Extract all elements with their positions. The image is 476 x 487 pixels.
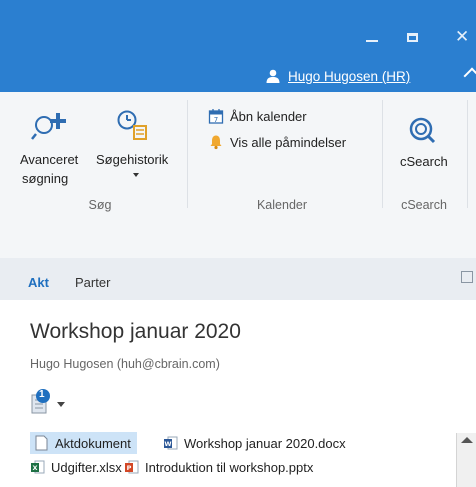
svg-text:X: X <box>32 464 37 472</box>
tab-parter[interactable]: Parter <box>75 275 110 290</box>
csearch-label: cSearch <box>400 154 448 169</box>
advanced-search-label-1: Avanceret <box>20 152 79 167</box>
window-titlebar: ✕ Hugo Hugosen (HR) <box>0 0 476 92</box>
document-icon <box>35 435 48 451</box>
popout-icon[interactable] <box>461 271 473 283</box>
svg-text:W: W <box>164 440 171 448</box>
group-separator <box>467 100 468 208</box>
user-name-link[interactable]: Hugo Hugosen (HR) <box>288 69 410 84</box>
file-name: Udgifter.xlsx <box>51 459 122 475</box>
csearch-icon <box>409 117 436 144</box>
bell-icon <box>210 135 222 150</box>
powerpoint-icon: P <box>125 460 139 474</box>
user-account[interactable]: Hugo Hugosen (HR) <box>266 67 410 85</box>
badge-count: 1 <box>39 389 45 400</box>
search-history-label: Søgehistorik <box>96 152 169 167</box>
svg-text:7: 7 <box>214 116 218 124</box>
file-name: Aktdokument <box>55 435 131 451</box>
maximize-button[interactable] <box>407 33 418 42</box>
excel-icon: X <box>31 460 45 474</box>
ribbon: Avanceret søgning Søgehistorik Søg 7 Åbn… <box>0 92 476 223</box>
calendar-icon: 7 <box>208 109 224 124</box>
file-name: Introduktion til workshop.pptx <box>145 459 314 475</box>
file-name: Workshop januar 2020.docx <box>184 435 346 451</box>
list-item[interactable]: X Udgifter.xlsx <box>30 456 122 478</box>
advanced-search-label-2: søgning <box>22 171 69 186</box>
svg-text:P: P <box>127 464 132 472</box>
toolbar-band <box>0 222 476 258</box>
minimize-button[interactable] <box>366 40 378 42</box>
document-title: Workshop januar 2020 <box>30 320 241 343</box>
advanced-search-icon <box>31 113 66 140</box>
group-label-search: Søg <box>88 198 112 212</box>
group-separator <box>187 100 188 208</box>
csearch-button[interactable]: cSearch <box>390 112 456 182</box>
word-icon: W <box>164 436 178 450</box>
tab-bar: Akt Parter <box>0 258 476 300</box>
list-item[interactable]: Aktdokument <box>30 432 137 454</box>
search-history-button[interactable]: Søgehistorik <box>96 110 172 190</box>
group-label-calendar: Kalender <box>256 198 308 212</box>
open-calendar-label: Åbn kalender <box>230 108 307 124</box>
show-reminders-label: Vis alle påmindelser <box>230 134 347 150</box>
document-owner: Hugo Hugosen (huh@cbrain.com) <box>30 357 220 371</box>
advanced-search-button[interactable]: Avanceret søgning <box>20 110 94 190</box>
search-history-icon <box>117 110 147 140</box>
user-icon <box>266 69 280 83</box>
collapse-ribbon-icon[interactable] <box>463 67 476 85</box>
group-separator <box>382 100 383 208</box>
chevron-down-icon <box>133 173 139 177</box>
document-list-icon <box>31 389 65 414</box>
show-reminders-button[interactable]: Vis alle påmindelser <box>208 134 346 150</box>
list-item[interactable]: W Workshop januar 2020.docx <box>163 432 346 454</box>
close-button[interactable]: ✕ <box>455 27 469 47</box>
tab-akt[interactable]: Akt <box>28 275 49 290</box>
scroll-up-icon[interactable] <box>461 437 473 443</box>
group-label-csearch: cSearch <box>401 198 447 212</box>
open-calendar-button[interactable]: 7 Åbn kalender <box>208 108 307 124</box>
document-list-dropdown[interactable]: 1 <box>30 387 70 419</box>
list-item[interactable]: P Introduktion til workshop.pptx <box>124 456 313 478</box>
